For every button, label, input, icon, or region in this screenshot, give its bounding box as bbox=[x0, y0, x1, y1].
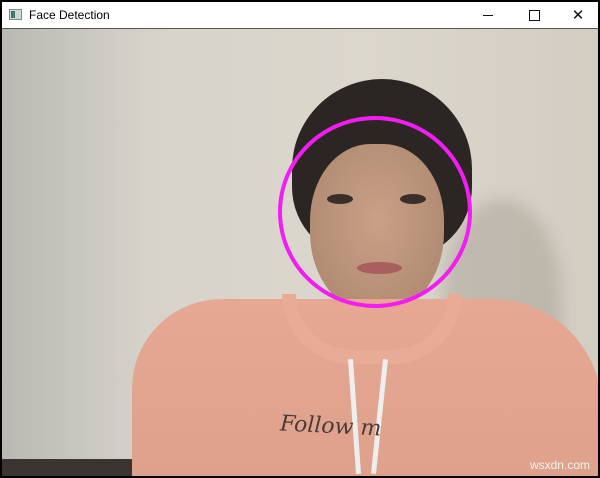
minimize-button[interactable] bbox=[466, 2, 510, 28]
maximize-button[interactable] bbox=[512, 2, 556, 28]
maximize-icon bbox=[528, 9, 540, 21]
app-icon bbox=[9, 9, 22, 20]
face-detection-circle bbox=[278, 116, 472, 308]
title-bar[interactable]: Face Detection ✕ bbox=[2, 2, 598, 29]
watermark: wsxdn.com bbox=[529, 458, 590, 472]
minimize-icon bbox=[483, 14, 493, 16]
camera-view: Follow m wsxdn.com bbox=[2, 29, 598, 476]
shirt-print-text: Follow m bbox=[279, 411, 382, 442]
close-icon: ✕ bbox=[571, 7, 585, 24]
background-furniture bbox=[2, 459, 142, 476]
window-title: Face Detection bbox=[29, 8, 110, 22]
close-button[interactable]: ✕ bbox=[556, 2, 598, 28]
face-detection-window: Face Detection ✕ Follow m wsxdn.com bbox=[2, 2, 598, 476]
